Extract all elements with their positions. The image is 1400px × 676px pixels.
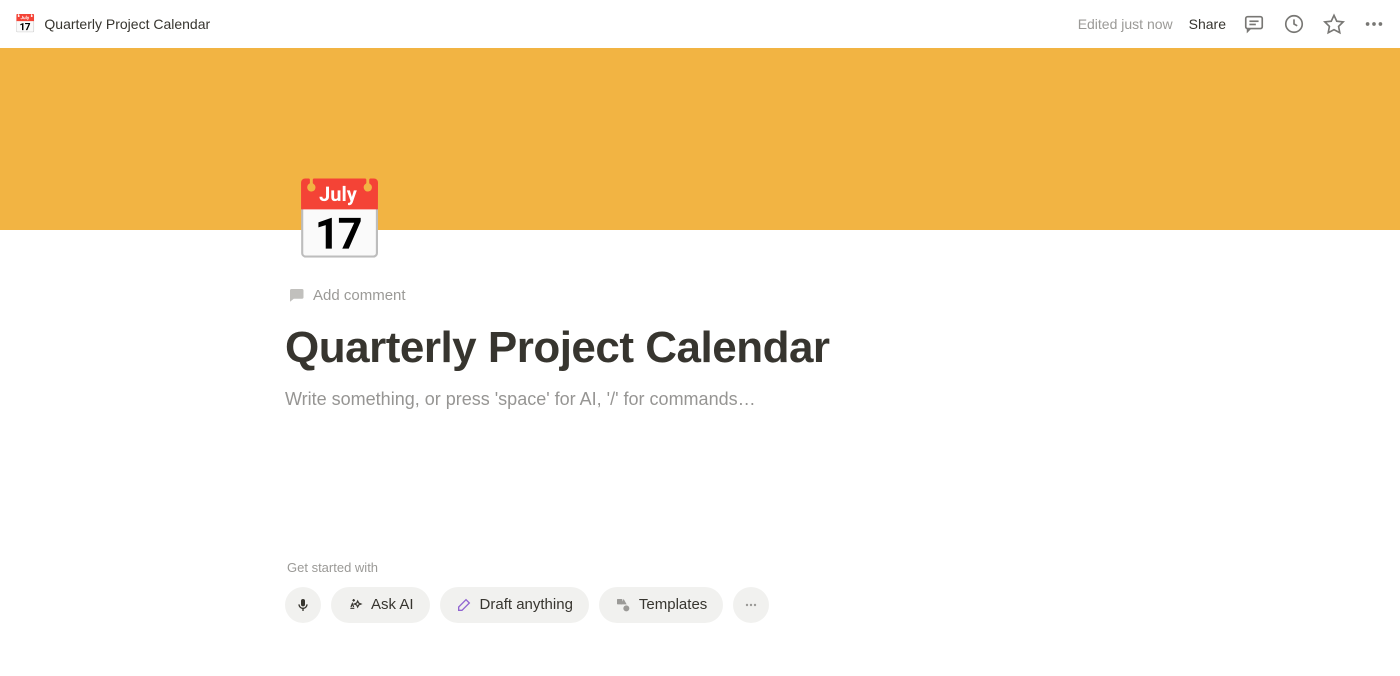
favorite-icon[interactable]: [1322, 12, 1346, 36]
breadcrumb[interactable]: 📅 Quarterly Project Calendar: [14, 15, 210, 33]
page-cover[interactable]: [0, 48, 1400, 230]
page-title[interactable]: Quarterly Project Calendar: [285, 322, 1115, 375]
edited-status: Edited just now: [1078, 16, 1173, 32]
more-icon[interactable]: [1362, 12, 1386, 36]
ask-ai-button[interactable]: Ask AI: [331, 587, 430, 623]
get-started-actions: Ask AI Draft anything Templates: [285, 587, 1115, 623]
microphone-icon: [295, 597, 311, 613]
add-comment-label: Add comment: [313, 287, 406, 304]
page-small-title: Quarterly Project Calendar: [44, 16, 210, 32]
get-started-label: Get started with: [287, 560, 1115, 575]
templates-button[interactable]: Templates: [599, 587, 723, 623]
updates-icon[interactable]: [1282, 12, 1306, 36]
sparkle-icon: [347, 597, 363, 613]
topbar-actions: Edited just now Share: [1078, 12, 1386, 36]
draft-anything-label: Draft anything: [480, 596, 573, 613]
comment-icon: [287, 286, 305, 304]
ask-ai-label: Ask AI: [371, 596, 414, 613]
content-editor-placeholder[interactable]: Write something, or press 'space' for AI…: [285, 389, 1115, 410]
page-content: 📅 Add comment Quarterly Project Calendar…: [285, 230, 1115, 623]
draft-anything-button[interactable]: Draft anything: [440, 587, 589, 623]
comments-icon[interactable]: [1242, 12, 1266, 36]
dots-icon: [743, 597, 759, 613]
pencil-icon: [456, 597, 472, 613]
share-button[interactable]: Share: [1189, 16, 1226, 32]
templates-label: Templates: [639, 596, 707, 613]
more-actions-button[interactable]: [733, 587, 769, 623]
voice-button[interactable]: [285, 587, 321, 623]
topbar: 📅 Quarterly Project Calendar Edited just…: [0, 0, 1400, 48]
page-small-icon: 📅: [14, 15, 36, 33]
page-icon[interactable]: 📅: [291, 182, 388, 260]
shapes-icon: [615, 597, 631, 613]
add-comment-button[interactable]: Add comment: [287, 286, 1115, 304]
